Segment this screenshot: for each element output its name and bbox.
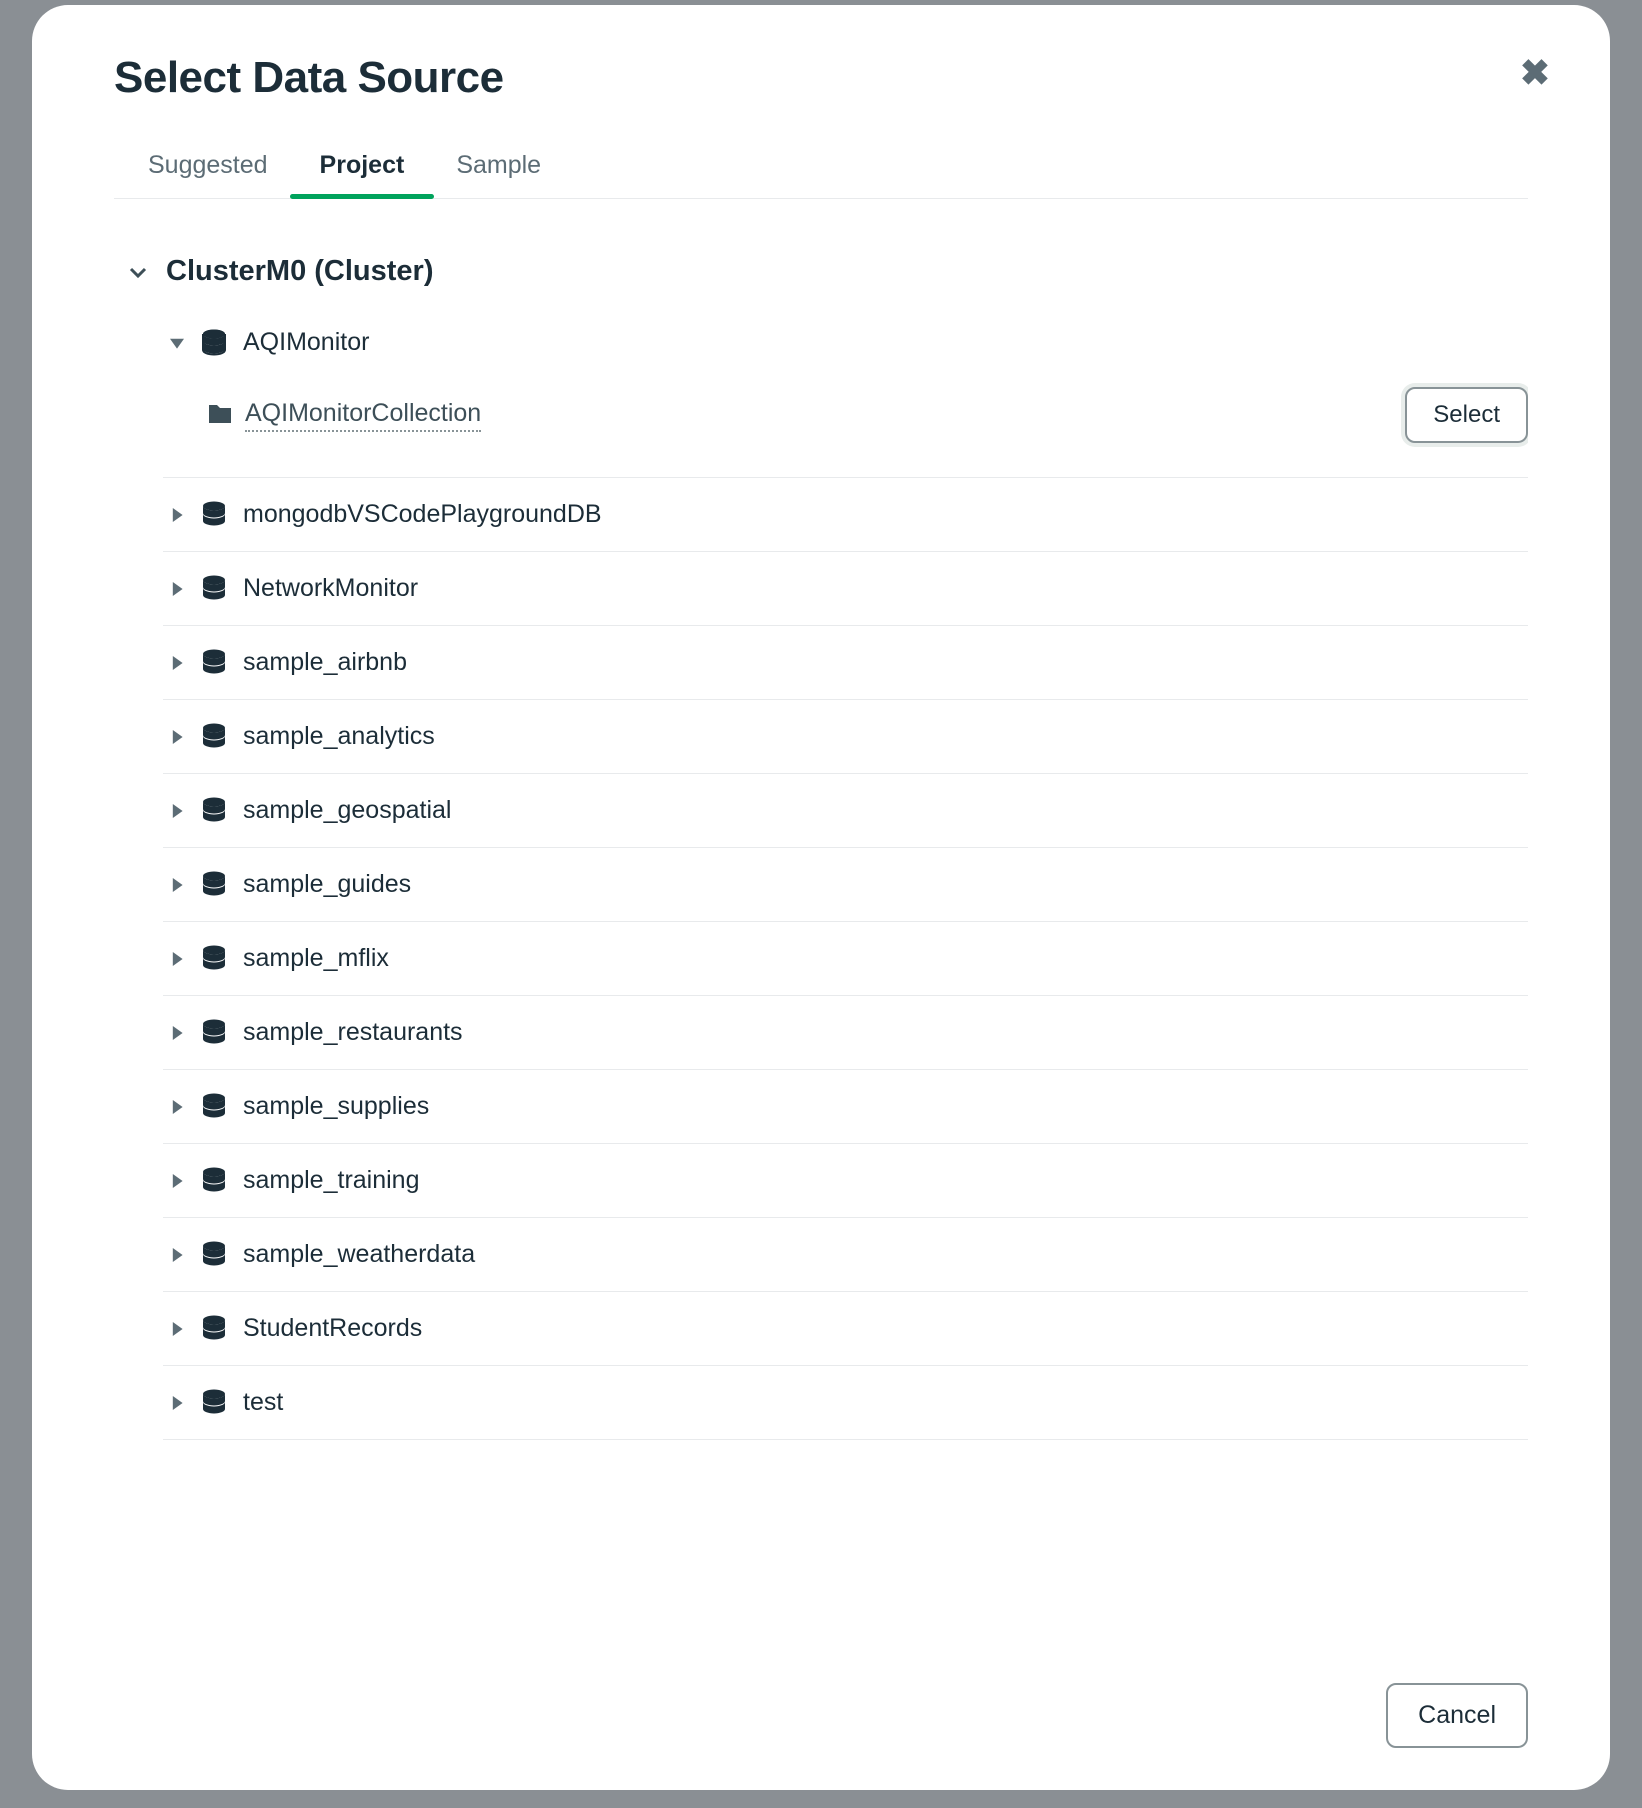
database-row[interactable]: test <box>163 1366 1528 1440</box>
tab-project[interactable]: Project <box>320 151 405 198</box>
database-name: sample_mflix <box>243 944 389 973</box>
database-icon <box>201 724 227 750</box>
database-icon <box>201 1390 227 1416</box>
database-name: sample_guides <box>243 870 411 899</box>
tab-bar: Suggested Project Sample <box>114 151 1528 199</box>
modal-title: Select Data Source <box>114 53 1528 103</box>
database-name: sample_training <box>243 1166 420 1195</box>
caret-right-icon <box>169 1025 185 1041</box>
database-icon <box>201 1316 227 1342</box>
chevron-down-icon <box>124 258 152 286</box>
modal-footer: Cancel <box>114 1653 1528 1748</box>
database-row[interactable]: StudentRecords <box>163 1292 1528 1366</box>
database-row[interactable]: sample_supplies <box>163 1070 1528 1144</box>
database-row[interactable]: sample_training <box>163 1144 1528 1218</box>
tab-sample[interactable]: Sample <box>456 151 541 198</box>
tree-container: ClusterM0 (Cluster) AQIMonitor AQIMonito <box>114 247 1528 1653</box>
database-list: AQIMonitor AQIMonitorCollection Select m… <box>163 306 1528 1440</box>
database-row[interactable]: sample_restaurants <box>163 996 1528 1070</box>
caret-right-icon <box>169 507 185 523</box>
database-row[interactable]: sample_weatherdata <box>163 1218 1528 1292</box>
database-name: sample_weatherdata <box>243 1240 475 1269</box>
caret-right-icon <box>169 877 185 893</box>
caret-right-icon <box>169 729 185 745</box>
database-row[interactable]: sample_analytics <box>163 700 1528 774</box>
caret-right-icon <box>169 655 185 671</box>
database-name: sample_analytics <box>243 722 435 751</box>
collection-name: AQIMonitorCollection <box>245 399 481 432</box>
caret-right-icon <box>169 1321 185 1337</box>
database-name: mongodbVSCodePlaygroundDB <box>243 500 602 529</box>
caret-right-icon <box>169 951 185 967</box>
database-name: sample_geospatial <box>243 796 451 825</box>
folder-icon <box>207 403 233 427</box>
database-icon <box>201 1168 227 1194</box>
select-data-source-modal: ✖ Select Data Source Suggested Project S… <box>32 5 1610 1790</box>
database-row[interactable]: NetworkMonitor <box>163 552 1528 626</box>
cancel-button[interactable]: Cancel <box>1386 1683 1528 1748</box>
database-row[interactable]: AQIMonitor <box>163 306 1528 369</box>
database-icon <box>201 330 227 356</box>
database-icon <box>201 1242 227 1268</box>
cluster-row[interactable]: ClusterM0 (Cluster) <box>114 247 1528 306</box>
database-row[interactable]: sample_mflix <box>163 922 1528 996</box>
database-icon <box>201 946 227 972</box>
tab-suggested[interactable]: Suggested <box>148 151 268 198</box>
database-row[interactable]: mongodbVSCodePlaygroundDB <box>163 478 1528 552</box>
database-icon <box>201 1020 227 1046</box>
database-row[interactable]: sample_airbnb <box>163 626 1528 700</box>
database-icon <box>201 1094 227 1120</box>
database-name: sample_restaurants <box>243 1018 463 1047</box>
caret-right-icon <box>169 581 185 597</box>
caret-down-icon <box>169 335 185 351</box>
database-icon <box>201 872 227 898</box>
database-row[interactable]: sample_geospatial <box>163 774 1528 848</box>
collection-row[interactable]: AQIMonitorCollection Select <box>163 369 1528 478</box>
caret-right-icon <box>169 1173 185 1189</box>
database-name: AQIMonitor <box>243 328 369 357</box>
caret-right-icon <box>169 803 185 819</box>
caret-right-icon <box>169 1099 185 1115</box>
database-icon <box>201 576 227 602</box>
database-icon <box>201 798 227 824</box>
database-name: test <box>243 1388 283 1417</box>
database-name: StudentRecords <box>243 1314 422 1343</box>
database-name: sample_airbnb <box>243 648 407 677</box>
database-name: sample_supplies <box>243 1092 429 1121</box>
close-icon[interactable]: ✖ <box>1520 55 1550 91</box>
database-row[interactable]: sample_guides <box>163 848 1528 922</box>
database-icon <box>201 650 227 676</box>
database-icon <box>201 502 227 528</box>
caret-right-icon <box>169 1247 185 1263</box>
collection-left: AQIMonitorCollection <box>207 399 481 432</box>
cluster-name: ClusterM0 (Cluster) <box>166 255 434 288</box>
select-button[interactable]: Select <box>1405 387 1528 443</box>
caret-right-icon <box>169 1395 185 1411</box>
database-name: NetworkMonitor <box>243 574 418 603</box>
